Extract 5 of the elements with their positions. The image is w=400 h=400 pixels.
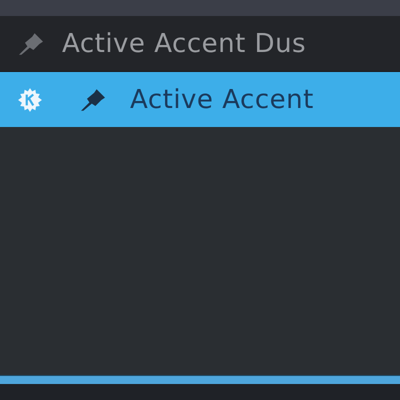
pin-icon: [78, 88, 108, 112]
list-item[interactable]: Active Accent Dus: [0, 16, 400, 72]
gear-logo-icon: [17, 86, 43, 112]
pin-icon: [16, 32, 46, 56]
list-item[interactable]: Active Accent: [0, 72, 400, 127]
